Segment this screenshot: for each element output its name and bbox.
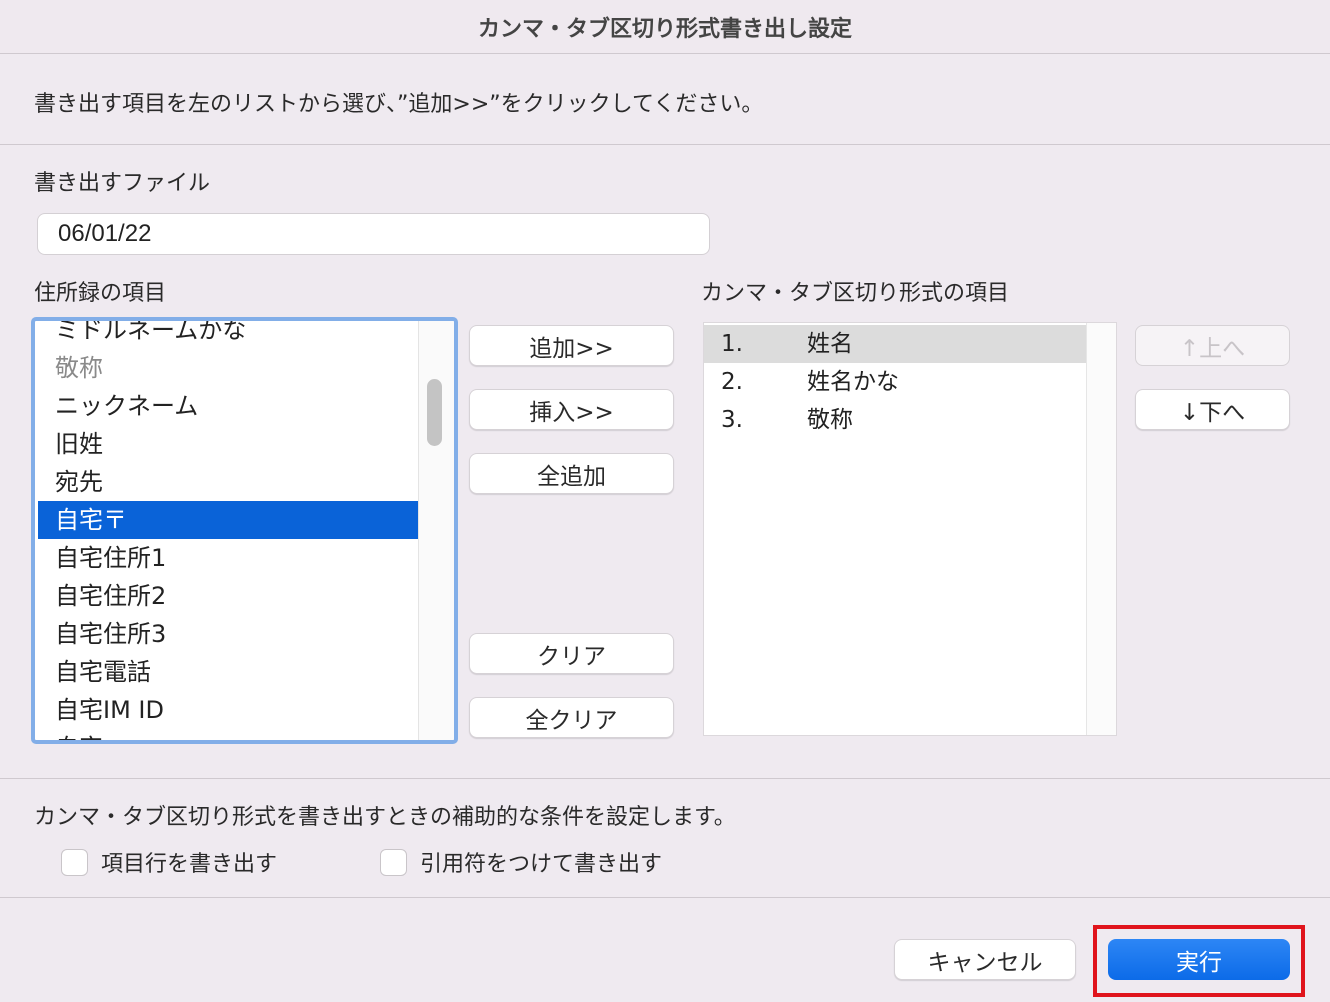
- export-file-label: 書き出すファイル: [34, 171, 211, 196]
- list-item[interactable]: 自宅住所1: [38, 539, 420, 577]
- quote-option[interactable]: 引用符をつけて書き出す: [380, 846, 662, 878]
- row-name: 姓名かな: [807, 369, 899, 395]
- list-item[interactable]: ミドルネームかな: [38, 321, 420, 349]
- list-item[interactable]: 自宅IM ID: [38, 691, 420, 729]
- instruction-text: 書き出す項目を左のリストから選び、”追加>>”をクリックしてください。: [34, 92, 764, 117]
- list-item-selected[interactable]: 自宅〒: [38, 501, 420, 539]
- options-description: カンマ・タブ区切り形式を書き出すときの補助的な条件を設定します。: [34, 805, 736, 830]
- list-item[interactable]: ニックネーム: [38, 387, 420, 425]
- address-book-items-list[interactable]: ミドルネームかな 敬称 ニックネーム 旧姓 宛先 自宅〒 自宅住所1 自宅住所2…: [31, 317, 458, 744]
- header-row-checkbox[interactable]: [61, 848, 88, 876]
- list-row[interactable]: 1. 姓名: [704, 325, 1087, 363]
- divider: [0, 144, 1330, 145]
- move-down-button[interactable]: ↓下へ: [1135, 389, 1290, 430]
- execute-button[interactable]: 実行: [1108, 939, 1290, 980]
- csv-items-list[interactable]: 1. 姓名 2. 姓名かな 3. 敬称: [703, 322, 1117, 736]
- divider: [0, 897, 1330, 898]
- row-name: 敬称: [807, 407, 853, 433]
- csv-items-label: カンマ・タブ区切り形式の項目: [701, 281, 1010, 306]
- scrollbar-track[interactable]: [1086, 323, 1116, 735]
- cancel-button[interactable]: キャンセル: [894, 939, 1076, 980]
- quote-checkbox[interactable]: [380, 848, 407, 876]
- list-item[interactable]: 自宅電話: [38, 653, 420, 691]
- header-row-option[interactable]: 項目行を書き出す: [61, 846, 277, 878]
- address-book-items-label: 住所録の項目: [34, 281, 167, 306]
- scrollbar-thumb[interactable]: [427, 379, 442, 446]
- row-number: 2.: [721, 369, 743, 395]
- insert-button[interactable]: 挿入>>: [469, 389, 674, 430]
- list-row[interactable]: 2. 姓名かな: [704, 363, 1087, 401]
- scrollbar-track[interactable]: [418, 321, 454, 740]
- row-name: 姓名: [807, 331, 853, 357]
- window-title: カンマ・タブ区切り形式書き出し設定: [0, 0, 1330, 54]
- clear-button[interactable]: クリア: [469, 633, 674, 674]
- header-row-label: 項目行を書き出す: [101, 852, 278, 877]
- divider: [0, 778, 1330, 779]
- move-up-button[interactable]: ↑上へ: [1135, 325, 1290, 366]
- add-button[interactable]: 追加>>: [469, 325, 674, 366]
- list-item[interactable]: 旧姓: [38, 425, 420, 463]
- add-all-button[interactable]: 全追加: [469, 453, 674, 494]
- list-item[interactable]: 自宅住所2: [38, 577, 420, 615]
- list-item[interactable]: 宛先: [38, 463, 420, 501]
- export-file-field[interactable]: 06/01/22: [37, 213, 710, 255]
- list-item[interactable]: 敬称: [38, 349, 420, 387]
- row-number: 3.: [721, 407, 743, 433]
- list-item[interactable]: 自宅住所3: [38, 615, 420, 653]
- row-number: 1.: [721, 331, 743, 357]
- list-row[interactable]: 3. 敬称: [704, 401, 1087, 439]
- quote-label: 引用符をつけて書き出す: [420, 852, 663, 877]
- list-item[interactable]: 自宅...: [38, 729, 420, 740]
- clear-all-button[interactable]: 全クリア: [469, 697, 674, 738]
